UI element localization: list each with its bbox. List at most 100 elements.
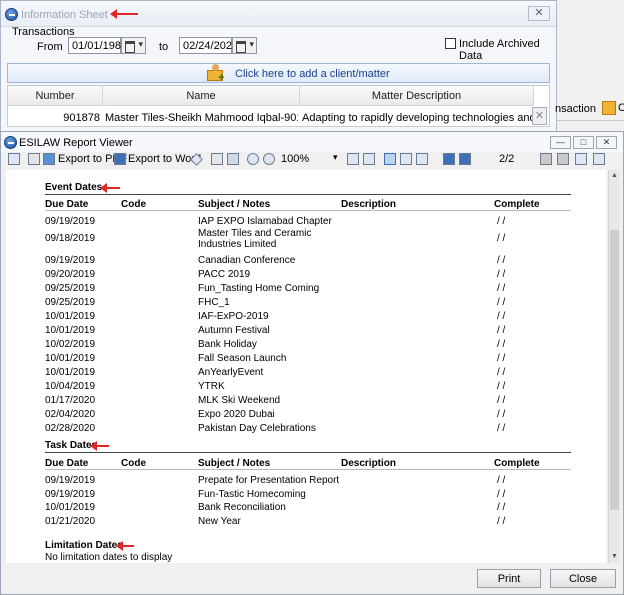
back-icon[interactable] — [540, 153, 552, 165]
task-due-date: 09/19/2019 — [45, 475, 96, 486]
two-page-icon[interactable] — [400, 153, 412, 165]
print-icon[interactable] — [28, 153, 40, 165]
to-date-input[interactable]: 02/24/2021 — [179, 37, 238, 54]
close-button[interactable]: Close — [550, 569, 616, 588]
column-header-matter-description[interactable]: Matter Description — [300, 86, 534, 106]
forward-icon[interactable] — [557, 153, 569, 165]
column-header-number[interactable]: Number — [8, 86, 103, 106]
event-due-date: 09/19/2019 — [45, 216, 96, 227]
row-number-cell[interactable]: 901878 — [8, 107, 100, 127]
zoom-out-icon[interactable] — [263, 153, 275, 165]
header-subject: Subject / Notes — [198, 458, 271, 469]
first-page-icon[interactable] — [443, 153, 455, 165]
page-width-icon[interactable] — [347, 153, 359, 165]
event-complete: / / — [497, 353, 506, 364]
from-label: From — [37, 41, 63, 53]
scroll-down-icon[interactable]: ▼ — [610, 552, 619, 561]
add-client-matter-bar[interactable]: + Click here to add a client/matter — [7, 63, 550, 84]
event-subject: IAP EXPO Islamabad Chapter — [198, 216, 332, 227]
info-sheet-titlebar: Information Sheet ✕ — [1, 1, 556, 27]
from-calendar-button[interactable] — [121, 37, 146, 54]
column-header-name[interactable]: Name — [103, 86, 300, 106]
partial-letter: C — [618, 102, 624, 114]
add-client-link[interactable]: Click here to add a client/matter — [235, 68, 390, 80]
event-complete: / / — [497, 216, 506, 227]
header-rule — [45, 210, 571, 211]
multi-page-icon[interactable] — [416, 153, 428, 165]
red-arrow-annotation — [110, 9, 138, 19]
row-name-cell[interactable]: Master Tiles-Sheikh Mahmood Iqbal-9018-7… — [105, 107, 298, 127]
task-complete: / / — [497, 502, 506, 513]
red-arrow-annotation — [90, 441, 109, 451]
esilaw-logo-icon — [4, 136, 17, 149]
section-rule — [45, 194, 571, 195]
background-window-partial: nsaction C — [555, 97, 624, 121]
close-window-button[interactable]: ✕ — [596, 136, 617, 149]
include-archived-label: Include Archived Data — [459, 38, 540, 62]
event-complete: / / — [497, 367, 506, 378]
event-subject: YTRK — [198, 381, 225, 392]
header-due-date: Due Date — [45, 458, 89, 469]
event-subject: Canadian Conference — [198, 255, 296, 266]
event-complete: / / — [497, 339, 506, 350]
info-close-button[interactable]: ✕ — [528, 6, 550, 21]
task-subject: Prepate for Presentation Report — [198, 475, 340, 486]
task-subject: Bank Reconciliation — [198, 502, 286, 513]
binoculars-icon[interactable] — [227, 153, 239, 165]
task-subject: Fun-Tastic Homecoming — [198, 489, 306, 500]
header-subject: Subject / Notes — [198, 199, 271, 210]
header-complete: Complete — [494, 199, 540, 210]
event-due-date: 01/17/2020 — [45, 395, 96, 406]
delete-row-icon[interactable]: ✕ — [532, 107, 547, 125]
task-subject: New Year — [198, 516, 241, 527]
prev-page-icon[interactable] — [459, 153, 471, 165]
from-date-input[interactable]: 01/01/1980 — [68, 37, 127, 54]
red-arrow-annotation — [100, 183, 120, 193]
red-arrow-annotation — [116, 541, 134, 551]
event-subject: Autumn Festival — [198, 325, 270, 336]
zoom-in-icon[interactable] — [247, 153, 259, 165]
scroll-up-icon[interactable]: ▲ — [610, 171, 619, 180]
client-matter-table: Number Name Matter Description 901878 Ma… — [7, 85, 550, 127]
report-vertical-scrollbar[interactable]: ▲ ▼ — [608, 170, 620, 563]
minimize-button[interactable]: — — [550, 136, 571, 149]
print-button[interactable]: Print — [477, 569, 541, 588]
event-subject: AnYearlyEvent — [198, 367, 264, 378]
task-complete: / / — [497, 475, 506, 486]
whole-page-icon[interactable] — [363, 153, 375, 165]
task-due-date: 01/21/2020 — [45, 516, 96, 527]
transaction-tab-label[interactable]: nsaction — [555, 103, 596, 115]
export-pdf-icon[interactable] — [43, 153, 55, 165]
event-complete: / / — [497, 297, 506, 308]
event-due-date: 09/25/2019 — [45, 297, 96, 308]
export-word-icon[interactable] — [114, 153, 126, 165]
event-due-date: 02/04/2020 — [45, 409, 96, 420]
transactions-label: Transactions — [12, 26, 75, 38]
event-due-date: 10/01/2019 — [45, 325, 96, 336]
refresh-icon[interactable] — [575, 153, 587, 165]
limitation-dates-title: Limitation Dates — [45, 540, 123, 551]
zoom-dropdown-icon[interactable]: ▾ — [333, 152, 338, 163]
folder-icon[interactable] — [602, 101, 616, 115]
event-complete: / / — [497, 255, 506, 266]
single-page-icon[interactable] — [384, 153, 396, 165]
event-due-date: 09/18/2019 — [45, 233, 96, 244]
maximize-button[interactable]: □ — [573, 136, 594, 149]
report-viewer-title: ESILAW Report Viewer — [19, 137, 133, 149]
close-report-icon[interactable] — [593, 153, 605, 165]
header-due-date: Due Date — [45, 199, 89, 210]
event-subject: IAF-ExPO-2019 — [198, 311, 269, 322]
row-description-cell[interactable]: Adapting to rapidly developing technolog… — [302, 107, 532, 127]
event-subject: Fun_Tasting Home Coming — [198, 283, 320, 294]
zoom-select[interactable]: 100% — [281, 153, 309, 165]
to-calendar-button[interactable] — [232, 37, 257, 54]
task-due-date: 10/01/2019 — [45, 502, 96, 513]
include-archived-checkbox[interactable] — [445, 38, 456, 49]
document-map-icon[interactable] — [8, 153, 20, 165]
event-due-date: 09/20/2019 — [45, 269, 96, 280]
limitation-empty-text: No limitation dates to display — [45, 552, 173, 563]
event-subject: Master Tiles and Ceramic Industries Limi… — [198, 228, 312, 250]
copy-icon[interactable] — [211, 153, 223, 165]
scroll-thumb[interactable] — [610, 230, 619, 510]
header-code: Code — [121, 199, 146, 210]
